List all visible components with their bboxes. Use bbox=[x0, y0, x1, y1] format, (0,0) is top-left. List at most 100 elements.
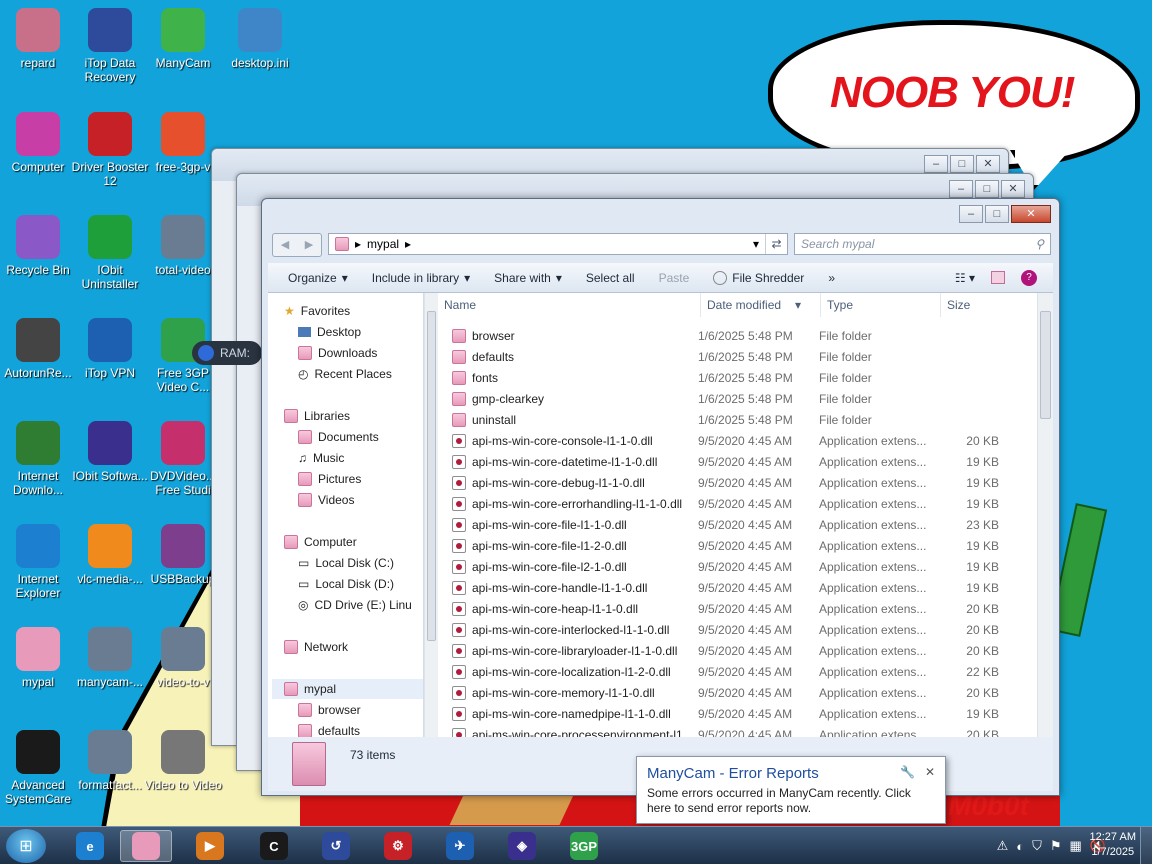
column-type[interactable]: Type bbox=[820, 293, 940, 317]
organize-button[interactable]: Organize ▾ bbox=[278, 271, 358, 285]
file-row[interactable]: api-ms-win-core-handle-l1-1-0.dll 9/5/202… bbox=[438, 577, 1037, 598]
taskbar-iobit-software[interactable]: ◈ bbox=[496, 830, 548, 862]
file-scrollbar[interactable] bbox=[1037, 293, 1053, 737]
paste-button[interactable]: Paste bbox=[649, 271, 700, 285]
file-row[interactable]: api-ms-win-core-heap-l1-1-0.dll 9/5/2020 … bbox=[438, 598, 1037, 619]
desktop-icon-manycam[interactable]: manycam-... bbox=[68, 627, 152, 689]
network-icon[interactable]: ▦ bbox=[1070, 838, 1082, 854]
column-size[interactable]: Size bbox=[940, 293, 1010, 317]
share-with-button[interactable]: Share with ▾ bbox=[484, 271, 572, 285]
scrollbar-thumb[interactable] bbox=[427, 311, 436, 641]
desktop-icon-driver-booster-12[interactable]: Driver Booster 12 bbox=[68, 112, 152, 188]
search-input[interactable]: Search mypal ⚲ bbox=[794, 233, 1051, 255]
file-row[interactable]: api-ms-win-core-localization-l1-2-0.dll 9… bbox=[438, 661, 1037, 682]
file-row[interactable]: uninstall 1/6/2025 5:48 PM File folder bbox=[438, 409, 1037, 430]
taskbar-free-3gp-converter[interactable]: 3GP bbox=[558, 830, 610, 862]
file-row[interactable]: api-ms-win-core-file-l1-2-0.dll 9/5/2020 … bbox=[438, 535, 1037, 556]
taskbar-itop-vpn[interactable]: ✈ bbox=[434, 830, 486, 862]
forward-arrow-icon[interactable]: ▶ bbox=[297, 234, 321, 254]
maximize-button[interactable]: □ bbox=[975, 180, 999, 198]
file-row[interactable]: api-ms-win-core-file-l2-1-0.dll 9/5/2020 … bbox=[438, 556, 1037, 577]
preview-pane-icon[interactable] bbox=[991, 271, 1005, 284]
nav-documents[interactable]: Documents bbox=[298, 427, 379, 447]
file-row[interactable]: api-ms-win-core-interlocked-l1-1-0.dll 9/… bbox=[438, 619, 1037, 640]
nav-local-disk-c[interactable]: ▭ Local Disk (C:) bbox=[298, 553, 394, 573]
file-row[interactable]: gmp-clearkey 1/6/2025 5:48 PM File folder bbox=[438, 388, 1037, 409]
taskbar-media-player[interactable]: ▶ bbox=[184, 830, 236, 862]
file-shredder-button[interactable]: File Shredder bbox=[703, 270, 814, 285]
ram-gadget[interactable]: RAM: bbox=[192, 341, 262, 365]
start-button[interactable]: ⊞ bbox=[6, 829, 46, 863]
desktop-icon-iobit-uninstaller[interactable]: IObit Uninstaller bbox=[68, 215, 152, 291]
advanced-systemcare-tray-icon[interactable]: ◐ bbox=[1016, 839, 1024, 854]
maximize-button[interactable]: □ bbox=[950, 155, 974, 173]
nav-desktop[interactable]: Desktop bbox=[298, 322, 361, 342]
nav-libraries[interactable]: Libraries bbox=[284, 406, 350, 426]
nav-computer[interactable]: Computer bbox=[284, 532, 357, 552]
desktop-icon-iobit-softwa[interactable]: IObit Softwa... bbox=[68, 421, 152, 483]
desktop-icon-manycam[interactable]: ManyCam bbox=[141, 8, 225, 70]
select-all-button[interactable]: Select all bbox=[576, 271, 645, 285]
file-row[interactable]: api-ms-win-core-errorhandling-l1-1-0.dll… bbox=[438, 493, 1037, 514]
notification-body[interactable]: Some errors occurred in ManyCam recently… bbox=[647, 786, 935, 816]
wrench-icon[interactable]: 🔧 bbox=[900, 765, 915, 779]
breadcrumb-separator-icon[interactable]: ▸ bbox=[405, 237, 411, 251]
file-row[interactable]: browser 1/6/2025 5:48 PM File folder bbox=[438, 325, 1037, 346]
file-row[interactable]: defaults 1/6/2025 5:48 PM File folder bbox=[438, 346, 1037, 367]
column-name[interactable]: Name bbox=[438, 293, 700, 317]
address-dropdown-icon[interactable]: ▾ bbox=[753, 237, 759, 251]
desktop-icon-itop-vpn[interactable]: iTop VPN bbox=[68, 318, 152, 380]
explorer-window[interactable]: – □ ✕ ◀ ▶ ▸ mypal ▸ ▾ ⇄ Search mypal ⚲ O… bbox=[261, 198, 1060, 796]
taskbar-itop-data-recovery[interactable]: ↺ bbox=[310, 830, 362, 862]
nav-cd-drive[interactable]: ◎ CD Drive (E:) Linu bbox=[298, 595, 412, 615]
nav-music[interactable]: ♫ Music bbox=[298, 448, 344, 468]
taskbar-internet-explorer[interactable]: e bbox=[64, 830, 116, 862]
manycam-tray-icon[interactable]: ⚠ bbox=[997, 838, 1009, 854]
nav-scrollbar[interactable] bbox=[424, 293, 438, 737]
include-in-library-button[interactable]: Include in library ▾ bbox=[362, 271, 480, 285]
nav-pictures[interactable]: Pictures bbox=[298, 469, 361, 489]
minimize-button[interactable]: – bbox=[924, 155, 948, 173]
window-titlebar[interactable]: – □ ✕ bbox=[262, 199, 1059, 229]
flag-icon[interactable]: ⚑ bbox=[1050, 838, 1062, 854]
nav-defaults[interactable]: defaults bbox=[298, 721, 360, 737]
file-row[interactable]: api-ms-win-core-debug-l1-1-0.dll 9/5/2020… bbox=[438, 472, 1037, 493]
desktop-icon-formatfact[interactable]: formatfact... bbox=[68, 730, 152, 792]
nav-downloads[interactable]: Downloads bbox=[298, 343, 377, 363]
close-icon[interactable]: ✕ bbox=[925, 765, 935, 779]
file-row[interactable]: api-ms-win-core-namedpipe-l1-1-0.dll 9/5/… bbox=[438, 703, 1037, 724]
file-row[interactable]: api-ms-win-core-memory-l1-1-0.dll 9/5/202… bbox=[438, 682, 1037, 703]
help-icon[interactable]: ? bbox=[1021, 269, 1037, 286]
desktop-icon-itop-data-recovery[interactable]: iTop Data Recovery bbox=[68, 8, 152, 84]
nav-videos[interactable]: Videos bbox=[298, 490, 354, 510]
file-row[interactable]: api-ms-win-core-console-l1-1-0.dll 9/5/20… bbox=[438, 430, 1037, 451]
column-date-modified[interactable]: Date modified ▾ bbox=[700, 293, 820, 317]
scrollbar-thumb[interactable] bbox=[1040, 311, 1051, 419]
file-row[interactable]: api-ms-win-core-file-l1-1-0.dll 9/5/2020 … bbox=[438, 514, 1037, 535]
show-desktop-button[interactable] bbox=[1140, 827, 1152, 864]
taskbar-advanced-systemcare[interactable]: C bbox=[248, 830, 300, 862]
clock[interactable]: 12:27 AM 1/7/2025 bbox=[1090, 830, 1136, 860]
minimize-button[interactable]: – bbox=[949, 180, 973, 198]
nav-network[interactable]: Network bbox=[284, 637, 348, 657]
file-row[interactable]: api-ms-win-core-processenvironment-l1 9/5… bbox=[438, 724, 1037, 737]
minimize-button[interactable]: – bbox=[959, 205, 983, 223]
close-button[interactable]: ✕ bbox=[1001, 180, 1025, 198]
close-button[interactable]: ✕ bbox=[976, 155, 1000, 173]
desktop-icon-vlc-media[interactable]: vlc-media-... bbox=[68, 524, 152, 586]
file-row[interactable]: api-ms-win-core-datetime-l1-1-0.dll 9/5/2… bbox=[438, 451, 1037, 472]
desktop-icon-desktop-ini[interactable]: desktop.ini bbox=[218, 8, 302, 70]
close-button[interactable]: ✕ bbox=[1011, 205, 1051, 223]
breadcrumb-mypal[interactable]: mypal bbox=[367, 237, 399, 251]
nav-mypal[interactable]: mypal bbox=[272, 679, 423, 699]
nav-favorites[interactable]: ★ Favorites bbox=[284, 301, 350, 321]
more-commands-button[interactable]: » bbox=[818, 271, 845, 285]
nav-recent-places[interactable]: ◴ Recent Places bbox=[298, 364, 392, 384]
address-bar[interactable]: ▸ mypal ▸ ▾ ⇄ bbox=[328, 233, 788, 255]
file-row[interactable]: api-ms-win-core-libraryloader-l1-1-0.dll… bbox=[438, 640, 1037, 661]
shield-icon[interactable]: ⛉ bbox=[1032, 838, 1042, 854]
file-row[interactable]: fonts 1/6/2025 5:48 PM File folder bbox=[438, 367, 1037, 388]
taskbar-explorer-mypal[interactable] bbox=[120, 830, 172, 862]
notification-balloon[interactable]: 🔧 ✕ ManyCam - Error Reports Some errors … bbox=[636, 756, 946, 824]
maximize-button[interactable]: □ bbox=[985, 205, 1009, 223]
